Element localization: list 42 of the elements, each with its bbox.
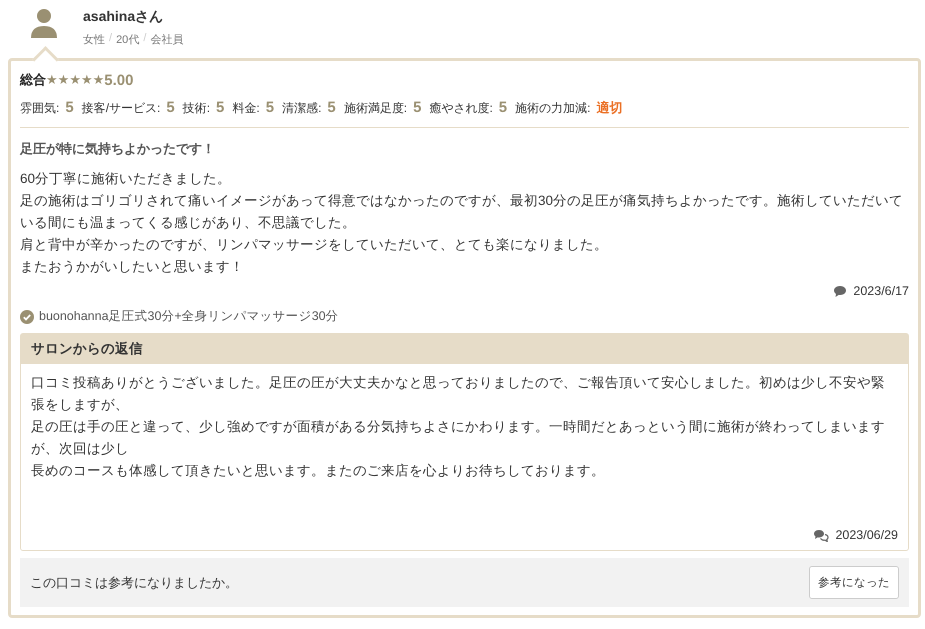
reply-date: 2023/06/29: [835, 528, 898, 542]
avatar-icon: [30, 8, 58, 38]
reviewer-attribute: 女性: [83, 33, 105, 47]
rating-label: 雰囲気:: [20, 101, 60, 115]
overall-label: 総合: [20, 71, 46, 89]
rating-value: 5: [498, 99, 508, 116]
review-title: 足圧が特に気持ちよかったです！: [20, 140, 216, 158]
reply-text: 口コミ投稿ありがとうございました。足圧の圧が大丈夫かなと思っておりましたので、ご報告頂いて安心しました。初めは少し不安や緊張をしますが、 足の圧は手の圧と違って、少し強めですが面積がある分気持ちよさにかわります。一時間だとあっという間に施術が終わってしまいますが、次回は少し 長めのコースも体感して頂きたいと思います。またのご来店を心よりお待ちしております。: [31, 374, 886, 480]
rating-label: 施術の力加減:: [515, 101, 590, 115]
reviewer-attribute: 会社員: [150, 33, 184, 47]
rating-label: 接客/サービス:: [82, 101, 160, 115]
separator: /: [143, 32, 146, 46]
speech-bubbles-icon: [813, 528, 830, 542]
helpful-button[interactable]: 参考になった: [809, 566, 899, 599]
star-icon: ★: [80, 72, 93, 88]
star-icon: ★: [58, 72, 70, 88]
star-icon: ★: [46, 72, 58, 88]
rating-value: 5: [327, 99, 336, 116]
speech-bubble-icon: [833, 284, 848, 298]
rating-value: 5: [65, 99, 74, 116]
rating-label: 技術:: [182, 101, 210, 115]
review-text: 60分丁寧に施術いただきました。 足の施術はゴリゴリされて痛いイメージがあって得意ではなかったのですが、最初30分の足圧が痛気持ちよかったです。施術していただいている間にも温まってくる感じがあり、不思議でした。 肩と背中が辛かったのですが、リンパマッサージをしていただいて、とても楽になりました。 またおうかがいしたいと思います！: [20, 170, 904, 276]
menu-name: buonohanna足圧式30分+全身リンパマッサージ30分: [39, 308, 339, 325]
star-icon: ★: [69, 72, 81, 88]
rating-value: 適切: [596, 100, 622, 115]
star-icon: ★: [92, 72, 104, 88]
reviewer-attribute: 20代: [116, 33, 140, 47]
separator: /: [109, 32, 112, 46]
overall-score: 5.00: [104, 72, 134, 88]
reply-title: サロンからの返信: [21, 334, 908, 364]
rating-value: 5: [413, 99, 422, 116]
helpful-question: この口コミは参考になりましたか。: [30, 574, 238, 592]
reviewer-name: asahinaさん: [83, 8, 164, 26]
rating-value: 5: [266, 99, 274, 116]
rating-label: 癒やされ度:: [429, 101, 493, 115]
rating-label: 料金:: [232, 101, 260, 115]
rating-value: 5: [166, 99, 175, 116]
review-date: 2023/6/17: [853, 284, 909, 298]
rating-value: 5: [216, 99, 224, 116]
rating-label: 施術満足度:: [344, 101, 408, 115]
check-circle-icon: [20, 310, 34, 324]
rating-label: 清潔感:: [282, 101, 322, 115]
